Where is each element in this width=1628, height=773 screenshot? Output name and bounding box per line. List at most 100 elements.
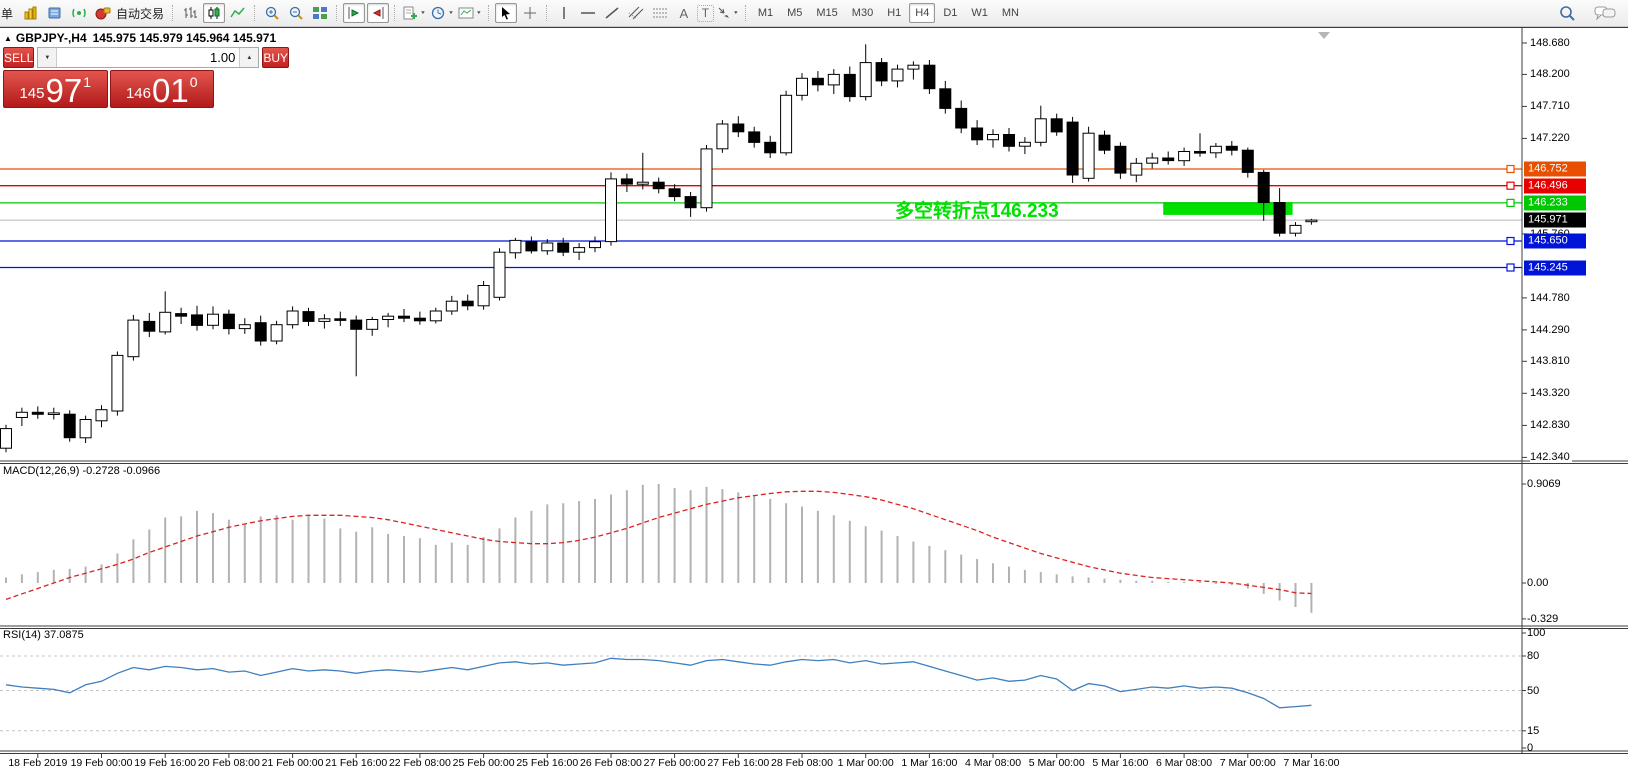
timeframe-button-MN[interactable]: MN [996,3,1025,23]
channel-tool-icon[interactable] [625,3,647,23]
timeframe-button-M30[interactable]: M30 [846,3,879,23]
tile-windows-icon[interactable] [309,3,331,23]
price-line-handle[interactable] [1507,199,1514,206]
buy-price-big: 01 [152,75,189,106]
toolbar-separator [394,5,396,21]
candle [1210,146,1221,153]
candle [749,132,760,143]
candle [271,325,282,341]
autotrading-label[interactable]: 自动交易 [116,5,164,22]
crosshair-icon[interactable] [519,3,541,23]
chevron-down-icon: ▼ [420,11,426,16]
candle [844,74,855,96]
market-watch-icon[interactable] [20,3,42,23]
candle [1290,225,1301,233]
trendline-tool-icon[interactable] [601,3,623,23]
candle [860,63,871,97]
text-label-tool-icon[interactable]: T [697,5,714,22]
candle [462,301,473,306]
candle [494,252,505,297]
chart-shift-marker-icon[interactable] [1318,32,1330,39]
price-line-handle[interactable] [1507,238,1514,245]
candlestick-chart-icon[interactable] [203,3,225,23]
candle [542,243,553,251]
arrows-tool-icon[interactable]: ▼ [716,3,740,23]
timeframe-button-W1[interactable]: W1 [965,3,994,23]
candle [1242,150,1253,172]
price-line-handle[interactable] [1507,182,1514,189]
autotrading-icon[interactable] [92,3,114,23]
candle [399,316,410,318]
line-chart-icon[interactable] [227,3,249,23]
chevron-down-icon: ▼ [733,11,739,16]
candle [160,312,171,332]
timeframe-button-M15[interactable]: M15 [810,3,843,23]
zoom-out-icon[interactable] [285,3,307,23]
volume-input[interactable] [57,48,239,67]
candle [717,124,728,149]
chart-shift-icon[interactable] [343,3,365,23]
candle [96,410,107,421]
signals-icon[interactable] [68,3,90,23]
candle [574,248,585,253]
candle [144,321,155,331]
candle [478,286,489,306]
fibonacci-tool-icon[interactable] [649,3,671,23]
timeframe-button-H1[interactable]: H1 [881,3,907,23]
candle [510,240,521,252]
cursor-icon[interactable] [495,3,517,23]
candle [606,179,617,242]
candle [1083,133,1094,178]
candle [812,78,823,85]
candle [1004,135,1015,147]
candle [701,149,712,208]
timeframe-button-M1[interactable]: M1 [752,3,779,23]
collapse-triangle-icon[interactable]: ▲ [4,34,12,43]
chart-canvas[interactable] [0,0,1628,773]
candle [1099,135,1110,150]
zoom-in-icon[interactable] [261,3,283,23]
buy-price-button[interactable]: 146 01 0 [110,70,215,108]
periods-icon[interactable]: ▼ [429,3,455,23]
price-line-handle[interactable] [1507,264,1514,271]
toolbar-separator [172,5,174,21]
bar-chart-icon[interactable] [179,3,201,23]
candle [64,414,75,438]
candle [239,325,250,329]
sell-button[interactable]: SELL [3,47,34,68]
symbol-header: ▲ GBPJPY-,H4 145.975 145.979 145.964 145… [4,31,276,45]
chevron-down-icon: ▼ [476,11,482,16]
candle [287,311,298,325]
buy-button[interactable]: BUY [262,47,289,68]
timeframe-button-M5[interactable]: M5 [781,3,808,23]
candle [940,89,951,109]
volume-decrease-icon[interactable]: ▼ [38,48,57,67]
candle [924,65,935,89]
vertical-line-tool-icon[interactable] [553,3,575,23]
timeframe-group: M1M5M15M30H1H4D1W1MN [751,3,1026,23]
auto-scroll-icon[interactable] [367,3,389,23]
search-icon[interactable] [1556,3,1578,23]
sell-price-sup: 1 [83,74,91,90]
candle [1306,220,1317,222]
horizontal-line-tool-icon[interactable] [577,3,599,23]
templates-icon[interactable]: ▼ [457,3,483,23]
chevron-down-icon: ▼ [448,11,454,16]
price-line-handle[interactable] [1507,166,1514,173]
volume-increase-icon[interactable]: ▲ [239,48,258,67]
chat-icon[interactable] [1593,3,1617,23]
highlight-rectangle[interactable] [1163,202,1292,215]
new-order-button[interactable]: 单 [0,3,18,23]
timeframe-button-D1[interactable]: D1 [937,3,963,23]
sell-price-button[interactable]: 145 97 1 [3,70,108,108]
data-window-icon[interactable] [44,3,66,23]
candle [621,179,632,184]
candle [335,319,346,321]
timeframe-button-H4[interactable]: H4 [909,3,935,23]
text-tool-icon[interactable]: A [673,3,695,23]
candle [1258,172,1269,202]
candle [48,413,59,415]
candle [828,74,839,85]
candle [1147,158,1158,163]
indicators-add-icon[interactable]: ▼ [401,3,427,23]
